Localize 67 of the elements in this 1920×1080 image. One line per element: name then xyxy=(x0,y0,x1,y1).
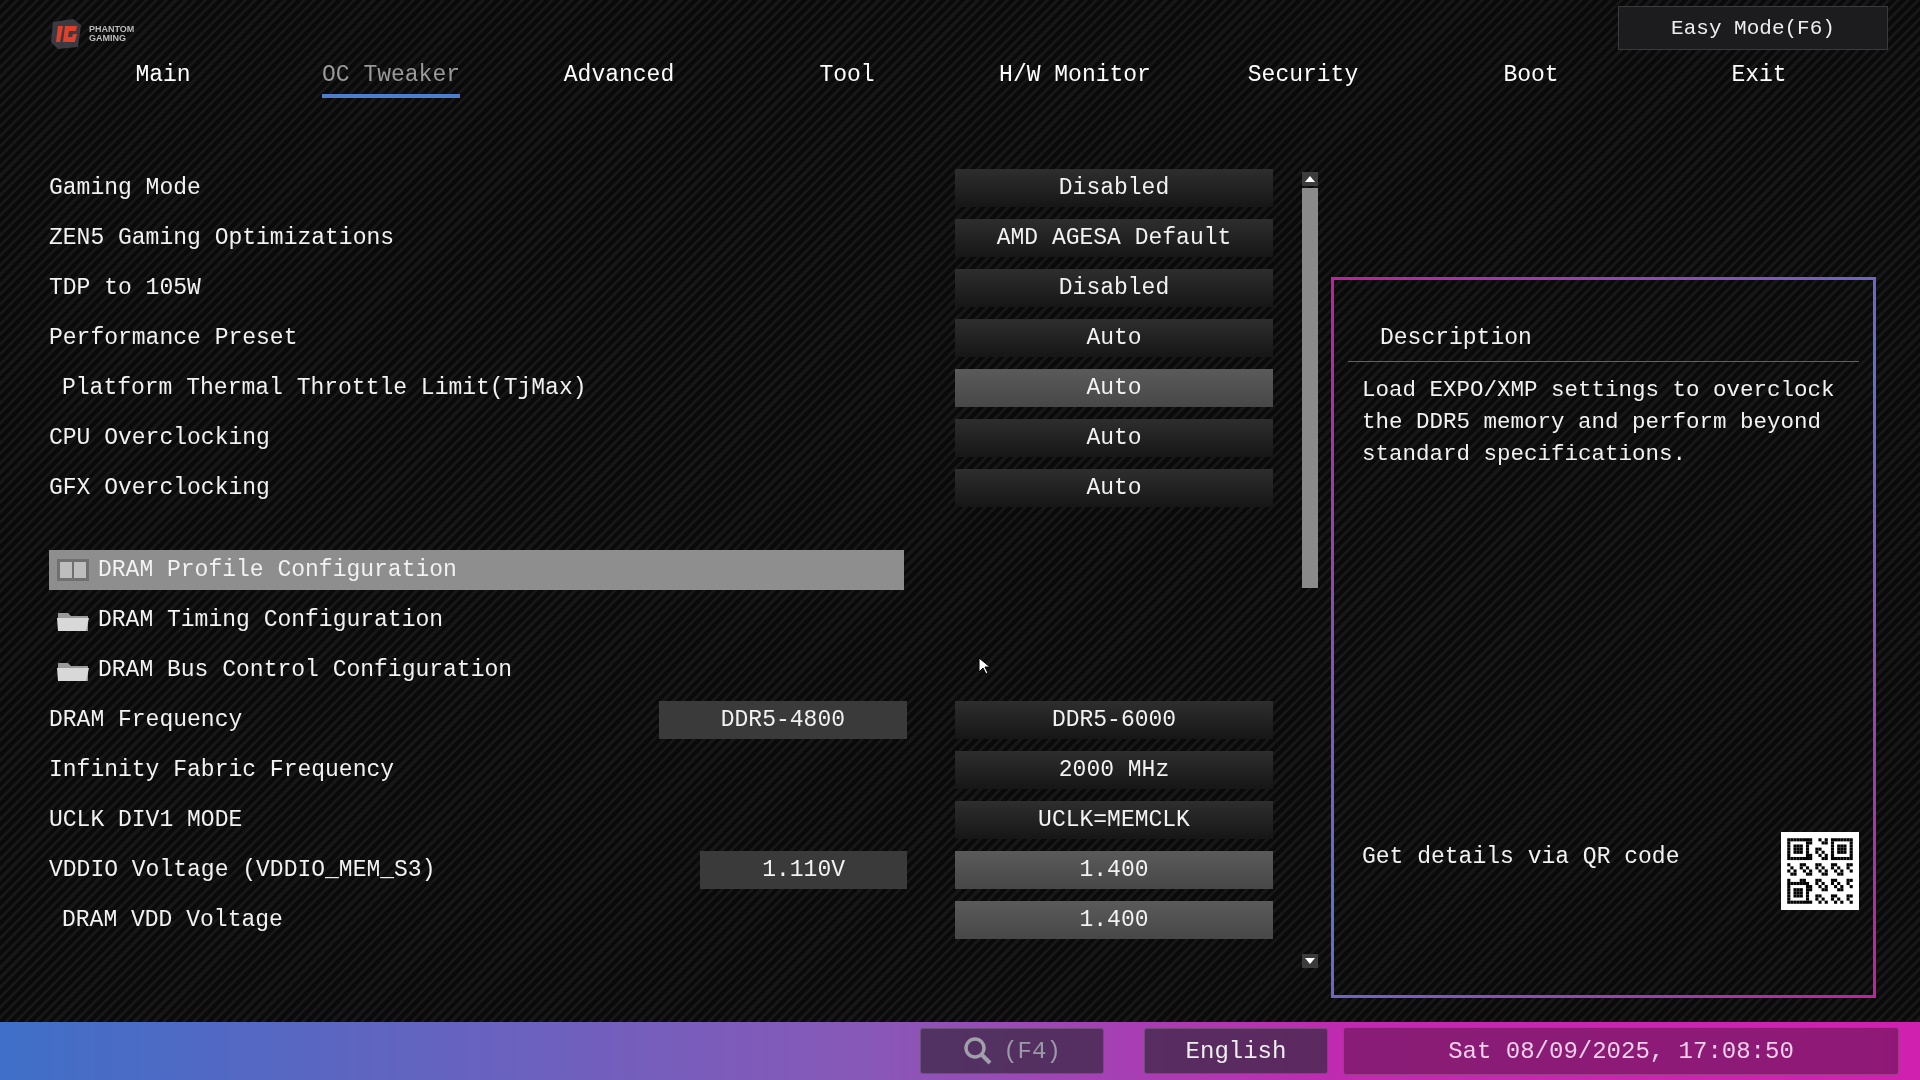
setting-label: ZEN5 Gaming Optimizations xyxy=(49,225,395,251)
description-text: Load EXPO/XMP settings to overclock the DDR5 memory and perform beyond standard specifications. xyxy=(1361,376,1836,469)
menu-tab[interactable]: OC Tweaker xyxy=(322,62,460,98)
setting-label: TDP to 105W xyxy=(49,275,201,301)
setting-row[interactable]: VDDIO Voltage (VDDIO_MEM_S3) 1.110V 1.400 xyxy=(49,845,1289,895)
setting-label: VDDIO Voltage (VDDIO_MEM_S3) xyxy=(49,857,436,883)
submenu-label: DRAM Bus Control Configuration xyxy=(98,657,513,683)
value-dropdown[interactable]: 2000 MHz xyxy=(955,751,1273,789)
description-title: Description xyxy=(1348,280,1859,362)
value-field[interactable]: Auto xyxy=(955,369,1273,407)
menu-tab[interactable]: Exit xyxy=(1731,62,1787,98)
setting-row[interactable]: DRAM Frequency DDR5-4800 DDR5-6000 xyxy=(49,695,1289,745)
menu-tab[interactable]: H/W Monitor xyxy=(999,62,1151,98)
search-icon xyxy=(963,1036,994,1066)
menu-tab[interactable]: Advanced xyxy=(563,62,675,98)
brand-name: PHANTOM GAMING xyxy=(89,25,135,43)
setting-label: Gaming Mode xyxy=(49,175,201,201)
current-value: DDR5-4800 xyxy=(658,701,907,739)
mouse-pointer-icon xyxy=(978,657,990,675)
setting-row[interactable]: Performance Preset Auto xyxy=(49,313,1289,363)
setting-row[interactable]: ZEN5 Gaming Optimizations AMD AGESA Default xyxy=(49,213,1289,263)
setting-row[interactable]: DRAM VDD Voltage 1.400 xyxy=(49,895,1289,945)
submenu-item[interactable]: DRAM Bus Control Configuration xyxy=(49,650,904,690)
setting-row[interactable]: GFX Overclocking Auto xyxy=(49,463,1289,513)
value-dropdown[interactable]: AMD AGESA Default xyxy=(955,219,1273,257)
scroll-up-icon[interactable] xyxy=(1305,176,1315,182)
value-dropdown[interactable]: DDR5-6000 xyxy=(955,701,1273,739)
scroll-down-icon[interactable] xyxy=(1305,958,1315,964)
menu-tab[interactable]: Tool xyxy=(819,62,875,98)
setting-row[interactable]: UCLK DIV1 MODE UCLK=MEMCLK xyxy=(49,795,1289,845)
submenu-label: DRAM Profile Configuration xyxy=(98,557,457,583)
setting-row[interactable]: TDP to 105W Disabled xyxy=(49,263,1289,313)
setting-row[interactable]: CPU Overclocking Auto xyxy=(49,413,1289,463)
setting-label: CPU Overclocking xyxy=(49,425,270,451)
easy-mode-button[interactable]: Easy Mode(F6) xyxy=(1618,6,1888,50)
setting-label: GFX Overclocking xyxy=(49,475,270,501)
value-field[interactable]: 1.400 xyxy=(955,851,1273,889)
scrollbar[interactable] xyxy=(1301,172,1319,968)
menu-tab[interactable]: Boot xyxy=(1503,62,1559,98)
setting-label: Platform Thermal Throttle Limit(TjMax) xyxy=(62,375,587,401)
submenu-label: DRAM Timing Configuration xyxy=(98,607,444,633)
search-button[interactable]: (F4) xyxy=(920,1028,1104,1074)
value-dropdown[interactable]: Auto xyxy=(955,319,1273,357)
menu-tab[interactable]: Security xyxy=(1247,62,1359,98)
menu-tab[interactable]: Main xyxy=(135,62,191,98)
logo-icon xyxy=(49,18,83,50)
value-dropdown[interactable]: Disabled xyxy=(955,169,1273,207)
value-dropdown[interactable]: UCLK=MEMCLK xyxy=(955,801,1273,839)
value-field[interactable]: 1.400 xyxy=(955,901,1273,939)
book-icon xyxy=(56,557,90,583)
language-button[interactable]: English xyxy=(1144,1028,1328,1074)
value-dropdown[interactable]: Disabled xyxy=(955,269,1273,307)
date-time: Sat 08/09/2025, 17:08:50 xyxy=(1343,1027,1899,1075)
setting-row[interactable]: Infinity Fabric Frequency 2000 MHz xyxy=(49,745,1289,795)
submenu-item[interactable]: DRAM Timing Configuration xyxy=(49,600,904,640)
qr-code-icon xyxy=(1781,832,1859,910)
current-value: 1.110V xyxy=(700,851,907,889)
value-dropdown[interactable]: Auto xyxy=(955,469,1273,507)
setting-label: DRAM VDD Voltage xyxy=(62,907,283,933)
setting-label: DRAM Frequency xyxy=(49,707,243,733)
qr-caption: Get details via QR code xyxy=(1362,844,1680,870)
setting-label: Performance Preset xyxy=(49,325,298,351)
setting-label: Infinity Fabric Frequency xyxy=(49,757,395,783)
setting-row[interactable]: Platform Thermal Throttle Limit(TjMax) Auto xyxy=(49,363,1289,413)
value-dropdown[interactable]: Auto xyxy=(955,419,1273,457)
setting-row[interactable]: Gaming Mode Disabled xyxy=(49,163,1289,213)
setting-label: UCLK DIV1 MODE xyxy=(49,807,243,833)
